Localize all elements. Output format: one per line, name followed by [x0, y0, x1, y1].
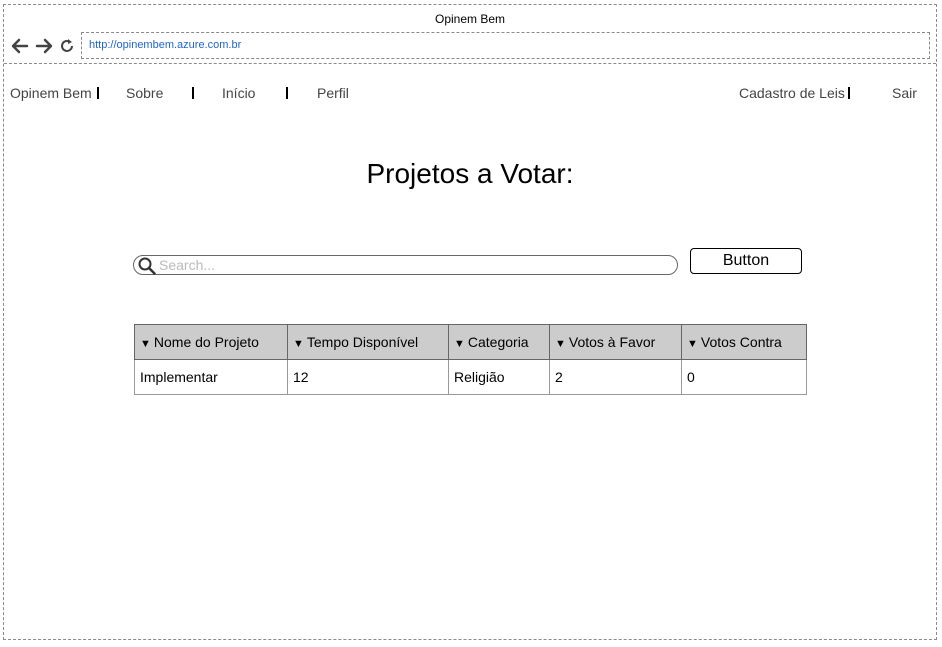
arrow-right-icon: [35, 38, 53, 54]
browser-window: Opinem Bem http://opinembem.azure.com.br…: [3, 4, 937, 640]
reload-button[interactable]: [57, 36, 77, 56]
cell-votos-a-favor: 2: [549, 359, 682, 395]
sort-arrow-icon: ▼: [293, 338, 304, 350]
menu-item-sair[interactable]: Sair: [892, 85, 917, 101]
back-button[interactable]: [10, 36, 30, 56]
sort-arrow-icon: ▼: [687, 338, 698, 350]
menu-item-cadastro-de-leis[interactable]: Cadastro de Leis: [739, 85, 845, 101]
page-title: Projetos a Votar:: [366, 158, 574, 189]
reload-icon: [61, 39, 73, 52]
cell-categoria: Religião: [448, 359, 550, 395]
column-label: Nome do Projeto: [153, 334, 259, 350]
sort-arrow-icon: ▼: [555, 338, 566, 350]
menu-item-sobre[interactable]: Sobre: [126, 85, 163, 101]
forward-button[interactable]: [34, 36, 54, 56]
menu-separator: [97, 87, 99, 99]
cell-nome-do-projeto: Implementar: [134, 359, 288, 395]
menu-item-perfil[interactable]: Perfil: [317, 85, 349, 101]
search-icon: [138, 257, 156, 275]
cell-tempo-disponivel: 12: [287, 359, 449, 395]
projects-table: ▼ Nome do Projeto ▼ Tempo Disponível ▼ Cate…: [134, 324, 807, 395]
cell-votos-contra: 0: [681, 359, 807, 395]
column-label: Votos à Favor: [568, 334, 656, 350]
table-header-row: ▼ Nome do Projeto ▼ Tempo Disponível ▼ Cate…: [134, 324, 807, 360]
column-header-votos-a-favor[interactable]: ▼ Votos à Favor: [549, 324, 682, 360]
column-label: Tempo Disponível: [306, 334, 419, 350]
column-header-categoria[interactable]: ▼ Categoria: [448, 324, 550, 360]
column-header-tempo-disponivel[interactable]: ▼ Tempo Disponível: [287, 324, 449, 360]
column-header-votos-contra[interactable]: ▼ Votos Contra: [681, 324, 807, 360]
column-label: Votos Contra: [700, 334, 782, 350]
column-header-nome-do-projeto[interactable]: ▼ Nome do Projeto: [134, 324, 288, 360]
menu-separator: [192, 87, 194, 99]
toolbar-divider: [4, 63, 936, 64]
sort-arrow-icon: ▼: [140, 338, 151, 350]
search-input[interactable]: [159, 257, 659, 273]
table-row[interactable]: Implementar 12 Religião 2 0: [134, 359, 807, 395]
url-bar[interactable]: http://opinembem.azure.com.br: [81, 32, 930, 59]
menu-item-inicio[interactable]: Início: [222, 85, 255, 101]
menu-separator: [848, 87, 850, 99]
menu-brand-link[interactable]: Opinem Bem: [10, 85, 92, 101]
action-button[interactable]: Button: [690, 248, 802, 274]
arrow-left-icon: [11, 38, 29, 54]
menu-separator: [286, 87, 288, 99]
search-box[interactable]: [133, 255, 678, 275]
window-title: Opinem Bem: [434, 12, 506, 26]
sort-arrow-icon: ▼: [454, 338, 465, 350]
column-label: Categoria: [467, 334, 529, 350]
